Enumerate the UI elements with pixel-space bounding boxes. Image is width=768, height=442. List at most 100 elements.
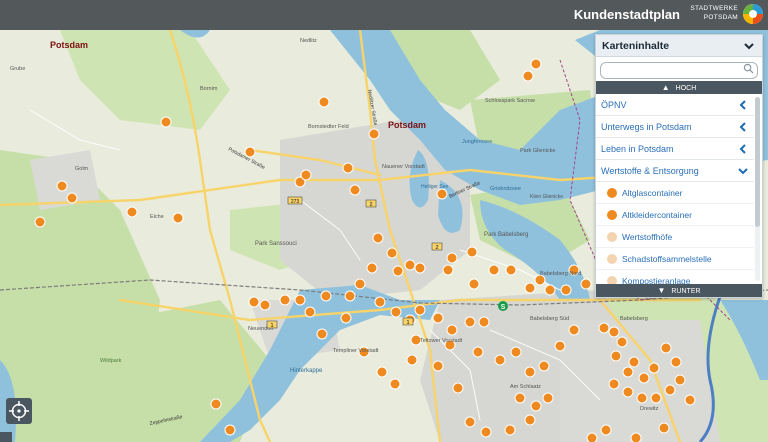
recycling-poi-marker[interactable] <box>674 374 686 386</box>
recycling-poi-marker[interactable] <box>524 366 536 378</box>
recycling-poi-marker[interactable] <box>568 324 580 336</box>
recycling-poi-marker[interactable] <box>608 326 620 338</box>
recycling-poi-marker[interactable] <box>608 378 620 390</box>
panel-scrollbar[interactable] <box>755 97 760 281</box>
recycling-poi-marker[interactable] <box>622 386 634 398</box>
recycling-poi-marker[interactable] <box>344 290 356 302</box>
recycling-poi-marker[interactable] <box>294 294 306 306</box>
recycling-poi-marker[interactable] <box>472 346 484 358</box>
recycling-poi-marker[interactable] <box>404 259 416 271</box>
recycling-poi-marker[interactable] <box>544 284 556 296</box>
recycling-poi-marker[interactable] <box>172 212 184 224</box>
category-wertstoffe[interactable]: Wertstoffe & Entsorgung <box>596 160 754 182</box>
recycling-poi-marker[interactable] <box>670 356 682 368</box>
recycling-poi-marker[interactable] <box>466 246 478 258</box>
recycling-poi-marker[interactable] <box>648 362 660 374</box>
recycling-poi-marker[interactable] <box>318 96 330 108</box>
recycling-poi-marker[interactable] <box>530 400 542 412</box>
recycling-poi-marker[interactable] <box>304 306 316 318</box>
recycling-poi-marker[interactable] <box>538 360 550 372</box>
recycling-poi-marker[interactable] <box>372 232 384 244</box>
recycling-poi-marker[interactable] <box>446 252 458 264</box>
search-icon[interactable] <box>743 63 754 74</box>
layer-altkleidercontainer[interactable]: Altkleidercontainer <box>596 204 754 226</box>
recycling-poi-marker[interactable] <box>684 394 696 406</box>
recycling-poi-marker[interactable] <box>320 290 332 302</box>
recycling-poi-marker[interactable] <box>436 188 448 200</box>
recycling-poi-marker[interactable] <box>442 264 454 276</box>
recycling-poi-marker[interactable] <box>616 336 628 348</box>
recycling-poi-marker[interactable] <box>374 296 386 308</box>
recycling-poi-marker[interactable] <box>505 264 517 276</box>
recycling-poi-marker[interactable] <box>56 180 68 192</box>
scroll-up-button[interactable]: ▲ HOCH <box>596 81 762 94</box>
recycling-poi-marker[interactable] <box>368 128 380 140</box>
recycling-poi-marker[interactable] <box>504 424 516 436</box>
recycling-poi-marker[interactable] <box>349 184 361 196</box>
recycling-poi-marker[interactable] <box>432 312 444 324</box>
recycling-poi-marker[interactable] <box>586 432 598 442</box>
chevron-down-icon[interactable] <box>742 39 756 53</box>
recycling-poi-marker[interactable] <box>628 356 640 368</box>
recycling-poi-marker[interactable] <box>392 265 404 277</box>
recycling-poi-marker[interactable] <box>160 116 172 128</box>
recycling-poi-marker[interactable] <box>248 296 260 308</box>
search-input[interactable] <box>600 61 758 79</box>
recycling-poi-marker[interactable] <box>386 247 398 259</box>
recycling-poi-marker[interactable] <box>279 294 291 306</box>
recycling-poi-marker[interactable] <box>389 378 401 390</box>
layer-altglascontainer[interactable]: Altglascontainer <box>596 182 754 204</box>
category-leben[interactable]: Leben in Potsdam <box>596 138 754 160</box>
recycling-poi-marker[interactable] <box>340 312 352 324</box>
panel-header[interactable]: Karteninhalte <box>596 35 762 57</box>
recycling-poi-marker[interactable] <box>452 382 464 394</box>
recycling-poi-marker[interactable] <box>542 392 554 404</box>
recycling-poi-marker[interactable] <box>478 316 490 328</box>
recycling-poi-marker[interactable] <box>530 58 542 70</box>
recycling-poi-marker[interactable] <box>406 354 418 366</box>
layer-schadstoffsammelstelle[interactable]: Schadstoffsammelstelle <box>596 248 754 270</box>
recycling-poi-marker[interactable] <box>464 416 476 428</box>
recycling-poi-marker[interactable] <box>376 366 388 378</box>
recycling-poi-marker[interactable] <box>224 424 236 436</box>
recycling-poi-marker[interactable] <box>636 392 648 404</box>
recycling-poi-marker[interactable] <box>650 392 662 404</box>
recycling-poi-marker[interactable] <box>316 328 328 340</box>
recycling-poi-marker[interactable] <box>390 306 402 318</box>
category-oepnv[interactable]: ÖPNV <box>596 94 754 116</box>
recycling-poi-marker[interactable] <box>468 278 480 290</box>
recycling-poi-marker[interactable] <box>660 342 672 354</box>
recycling-poi-marker[interactable] <box>622 366 634 378</box>
recycling-poi-marker[interactable] <box>414 262 426 274</box>
recycling-poi-marker[interactable] <box>664 384 676 396</box>
recycling-poi-marker[interactable] <box>34 216 46 228</box>
recycling-poi-marker[interactable] <box>630 432 642 442</box>
scroll-down-button[interactable]: ▼ RUNTER <box>596 284 762 297</box>
locate-button[interactable] <box>6 398 32 424</box>
recycling-poi-marker[interactable] <box>560 284 572 296</box>
recycling-poi-marker[interactable] <box>524 282 536 294</box>
recycling-poi-marker[interactable] <box>580 278 592 290</box>
layer-kompostieranlage[interactable]: Kompostieranlage <box>596 270 754 284</box>
recycling-poi-marker[interactable] <box>300 169 312 181</box>
recycling-poi-marker[interactable] <box>494 354 506 366</box>
recycling-poi-marker[interactable] <box>354 278 366 290</box>
recycling-poi-marker[interactable] <box>658 422 670 434</box>
category-unterwegs[interactable]: Unterwegs in Potsdam <box>596 116 754 138</box>
recycling-poi-marker[interactable] <box>464 316 476 328</box>
recycling-poi-marker[interactable] <box>414 304 426 316</box>
recycling-poi-marker[interactable] <box>432 360 444 372</box>
recycling-poi-marker[interactable] <box>510 346 522 358</box>
zoom-control[interactable] <box>0 432 12 442</box>
recycling-poi-marker[interactable] <box>488 264 500 276</box>
recycling-poi-marker[interactable] <box>259 299 271 311</box>
recycling-poi-marker[interactable] <box>480 426 492 438</box>
recycling-poi-marker[interactable] <box>638 372 650 384</box>
recycling-poi-marker[interactable] <box>600 424 612 436</box>
recycling-poi-marker[interactable] <box>522 70 534 82</box>
recycling-poi-marker[interactable] <box>66 192 78 204</box>
recycling-poi-marker[interactable] <box>524 414 536 426</box>
stadtwerke-logo-icon[interactable] <box>742 3 764 25</box>
recycling-poi-marker[interactable] <box>610 350 622 362</box>
recycling-poi-marker[interactable] <box>366 262 378 274</box>
